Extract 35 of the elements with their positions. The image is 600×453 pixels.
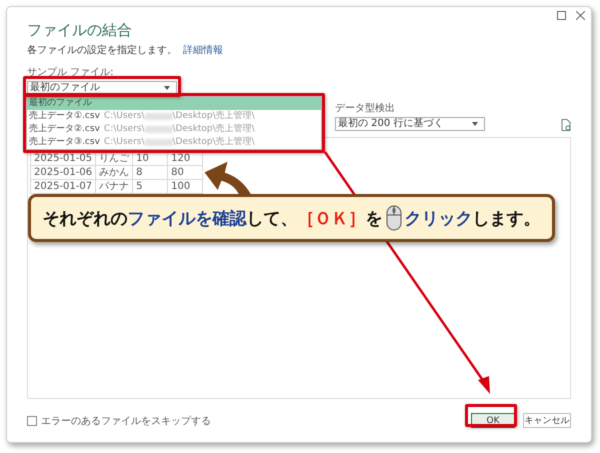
skip-errors-checkbox[interactable]: エラーのあるファイルをスキップする <box>27 414 211 428</box>
maximize-icon[interactable] <box>557 11 566 20</box>
close-icon[interactable] <box>576 11 585 20</box>
blurred-text <box>144 126 172 133</box>
description-text: 各ファイルの設定を指定します。 <box>27 45 177 57</box>
callout-text: して、 <box>246 208 298 230</box>
table-cell: 2025-01-05 <box>30 152 96 166</box>
blurred-text <box>144 139 172 146</box>
caret-icon <box>164 86 170 90</box>
table-cell: 10 <box>132 152 168 166</box>
table-cell: 2025-01-06 <box>30 166 96 180</box>
callout-text: ［ＯＫ］ <box>298 208 366 230</box>
refresh-file-icon[interactable] <box>561 119 571 131</box>
highlight-frame <box>465 404 517 427</box>
table-cell: 8 <box>132 166 168 180</box>
dialog-title: ファイルの結合 <box>27 21 132 39</box>
cancel-button[interactable]: キャンセル <box>523 413 571 428</box>
callout-text: を <box>366 208 382 230</box>
blurred-text <box>144 113 172 120</box>
table-cell: みかん <box>96 166 133 180</box>
callout-text: ファイルを確認 <box>128 208 246 230</box>
dropdown-option[interactable]: 最初のファイル <box>27 97 321 110</box>
caret-icon <box>472 122 478 126</box>
details-link[interactable]: 詳細情報 <box>183 45 223 57</box>
mouse-icon <box>386 205 402 231</box>
type-detection-dropdown[interactable]: 最初の 200 行に基づく <box>335 117 485 131</box>
sample-file-label: サンプル ファイル: <box>27 67 114 79</box>
callout-text: クリック <box>404 208 472 230</box>
callout-text: します。 <box>472 208 540 230</box>
type-detection-label: データ型検出 <box>335 103 396 115</box>
callout-text: それぞれの <box>42 208 128 230</box>
checkbox-square[interactable] <box>27 416 37 426</box>
table-cell: りんご <box>96 152 133 166</box>
table-cell: 120 <box>168 152 203 166</box>
table-cell: 80 <box>168 166 203 180</box>
